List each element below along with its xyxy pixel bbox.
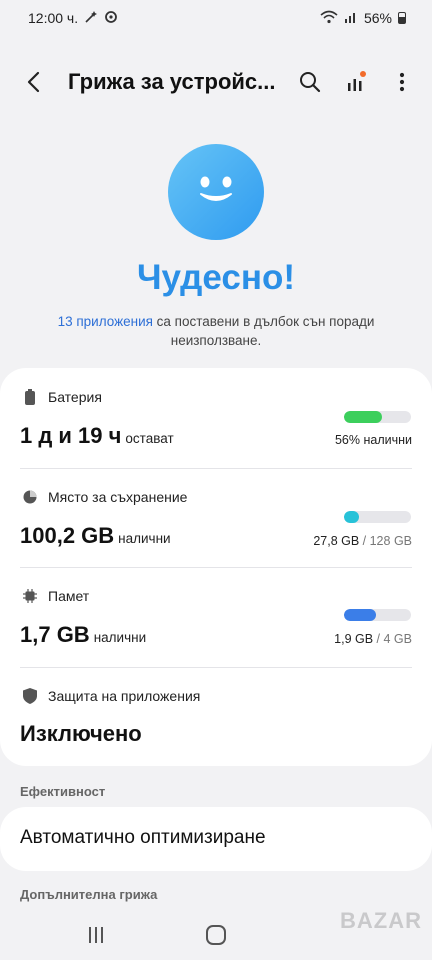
device-status-title: Чудесно! [136,258,296,297]
status-left: 12:00 ч. [28,10,118,27]
memory-row[interactable]: Памет 1,7 GB налични 1,9 GB / 4 GB [0,568,432,667]
shield-icon [22,688,38,704]
battery-detail: 56% налични [334,433,412,447]
battery-value: 1 д и 19 ч остават [20,423,174,449]
search-button[interactable] [294,62,326,102]
storage-suffix: налични [118,531,171,546]
page-title: Грижа за устройс... [68,69,276,94]
sleeping-apps-link[interactable]: 13 приложения [58,314,153,329]
app-protection-status: Изключено [20,721,142,746]
recent-apps-button[interactable] [86,926,106,944]
smiley-face-icon [168,144,264,240]
memory-label: Памет [48,588,90,604]
memory-total: 4 GB [383,632,413,646]
auto-optimize-card[interactable]: Автоматично оптимизиране [0,807,432,871]
battery-percent: 56% [363,10,392,26]
memory-usage-bar [344,609,411,621]
sleeping-apps-message: 13 приложения са поставени в дълбок сън … [40,312,392,350]
memory-value: 1,7 GB налични [20,622,146,648]
search-icon [300,72,321,93]
back-button[interactable] [26,62,56,102]
battery-level-bar [344,411,411,423]
report-button[interactable] [340,62,372,102]
memory-usage-fill [344,609,376,621]
storage-row[interactable]: Място за съхранение 100,2 GB налични 27,8… [0,469,432,567]
battery-icon [398,12,406,24]
storage-separator: / [359,534,370,548]
more-options-button[interactable] [386,62,418,102]
storage-label: Място за съхранение [48,489,188,505]
pie-chart-icon [22,489,38,505]
additional-care-section-header: Допълнителна грижа [20,887,158,902]
app-protection-label: Защита на приложения [48,688,201,704]
memory-suffix: налични [93,630,147,645]
watermark-logo: BAZAR [340,908,422,933]
wifi-icon [320,10,338,27]
more-vertical-icon [399,72,405,92]
storage-used: 27,8 GB [313,534,360,548]
storage-usage-fill [344,511,359,523]
memory-used: 1,9 GB [334,632,374,646]
battery-level-fill [344,411,382,423]
battery-suffix: остават [125,431,174,446]
app-bar-actions [294,62,418,102]
app-bar: Грижа за устройс... [0,56,432,108]
notification-dot [360,71,366,77]
memory-separator: / [373,632,384,646]
auto-optimize-label: Автоматично оптимизиране [20,827,266,848]
status-time: 12:00 ч. [28,10,79,26]
storage-usage-bar [344,511,411,523]
battery-icon [22,389,38,405]
storage-value: 100,2 GB налични [20,523,171,549]
efficiency-section-header: Ефективност [20,784,106,799]
battery-row[interactable]: Батерия 1 д и 19 ч остават 56% налични [0,368,432,468]
recent-apps-icon [89,927,103,943]
status-right: 56% [320,10,406,27]
chevron-left-icon [27,71,40,93]
battery-time-remaining: 1 д и 19 ч [20,423,122,448]
memory-detail: 1,9 GB / 4 GB [334,632,412,646]
home-button[interactable] [206,925,226,945]
memory-chip-icon [22,588,38,604]
signal-icon [344,10,358,27]
magic-wand-icon [84,10,98,27]
app-protection-row[interactable]: Защита на приложения Изключено [0,668,432,766]
sync-icon [104,10,118,27]
storage-total: 128 GB [369,534,412,548]
storage-detail: 27,8 GB / 128 GB [313,534,412,548]
status-bar: 12:00 ч. 56% [0,0,432,36]
battery-label: Батерия [48,389,102,405]
storage-available: 100,2 GB [20,523,115,548]
memory-available: 1,7 GB [20,622,90,647]
sleeping-apps-text: са поставени в дълбок сън поради неизпол… [152,314,375,348]
device-care-summary-card: Батерия 1 д и 19 ч остават 56% налични Мя… [0,368,432,766]
